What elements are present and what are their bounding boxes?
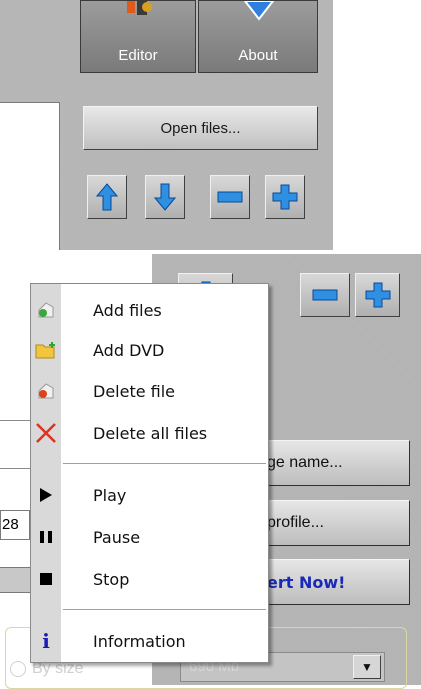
stop-icon (31, 558, 61, 600)
about-label: About (238, 47, 278, 64)
editor-button[interactable]: Editor (80, 0, 196, 73)
pause-icon (31, 516, 61, 558)
dropdown-button[interactable]: ▼ (353, 655, 381, 679)
plus-icon (272, 184, 298, 210)
menu-label: Play (93, 485, 127, 505)
arrow-up-icon (96, 183, 118, 211)
menu-label: Add DVD (93, 340, 165, 360)
context-menu: Add files Add DVD Delete file Delete all… (30, 283, 269, 663)
info-icon: i (42, 629, 50, 653)
menu-label: Pause (93, 527, 141, 547)
chevron-down-icon: ▼ (361, 660, 373, 674)
menu-item-add-dvd[interactable]: Add DVD (31, 329, 268, 371)
menu-item-information[interactable]: i Information (31, 620, 268, 662)
add-file-icon (31, 289, 61, 331)
menu-item-pause[interactable]: Pause (31, 516, 268, 558)
arrow-down-icon (154, 183, 176, 211)
left-value-field[interactable]: 28 (0, 510, 30, 540)
move-down-button[interactable] (145, 175, 185, 219)
editor-icon (125, 1, 153, 19)
about-icon (241, 0, 277, 21)
menu-label: Information (93, 631, 186, 651)
open-files-label: Open files... (160, 119, 241, 137)
add-dvd-icon (31, 329, 61, 371)
menu-item-add-files[interactable]: Add files (31, 289, 268, 331)
menu-item-play[interactable]: Play (31, 474, 268, 516)
about-button[interactable]: About (198, 0, 318, 73)
file-list-area[interactable] (0, 102, 60, 250)
play-icon (31, 474, 61, 516)
menu-label: Delete all files (93, 423, 208, 443)
minus-icon (217, 191, 243, 203)
profile-label: profile... (267, 514, 324, 531)
move-up-button[interactable] (87, 175, 127, 219)
left-value-text: 28 (2, 516, 19, 533)
minus-icon (312, 289, 338, 301)
add-button[interactable] (265, 175, 305, 219)
menu-label: Delete file (93, 381, 176, 401)
menu-label: Stop (93, 569, 130, 589)
menu-item-delete-file[interactable]: Delete file (31, 370, 268, 412)
menu-separator (63, 609, 266, 613)
remove-button[interactable] (210, 175, 250, 219)
menu-label: Add files (93, 300, 162, 320)
open-files-button[interactable]: Open files... (83, 106, 318, 150)
list-divider (0, 420, 30, 421)
menu-item-delete-all-files[interactable]: Delete all files (31, 412, 268, 454)
list-bar (0, 567, 30, 593)
menu-separator (63, 463, 266, 467)
change-name-label: ge name... (267, 454, 343, 471)
convert-now-label: ert Now! (267, 572, 346, 592)
remove-button-2[interactable] (300, 273, 350, 317)
radio-circle (10, 661, 26, 677)
editor-label: Editor (118, 47, 158, 64)
plus-icon (365, 282, 390, 308)
menu-item-stop[interactable]: Stop (31, 558, 268, 600)
delete-file-icon (31, 370, 61, 412)
delete-all-icon (31, 412, 61, 454)
add-button-2[interactable] (355, 273, 400, 317)
list-divider (0, 468, 30, 469)
